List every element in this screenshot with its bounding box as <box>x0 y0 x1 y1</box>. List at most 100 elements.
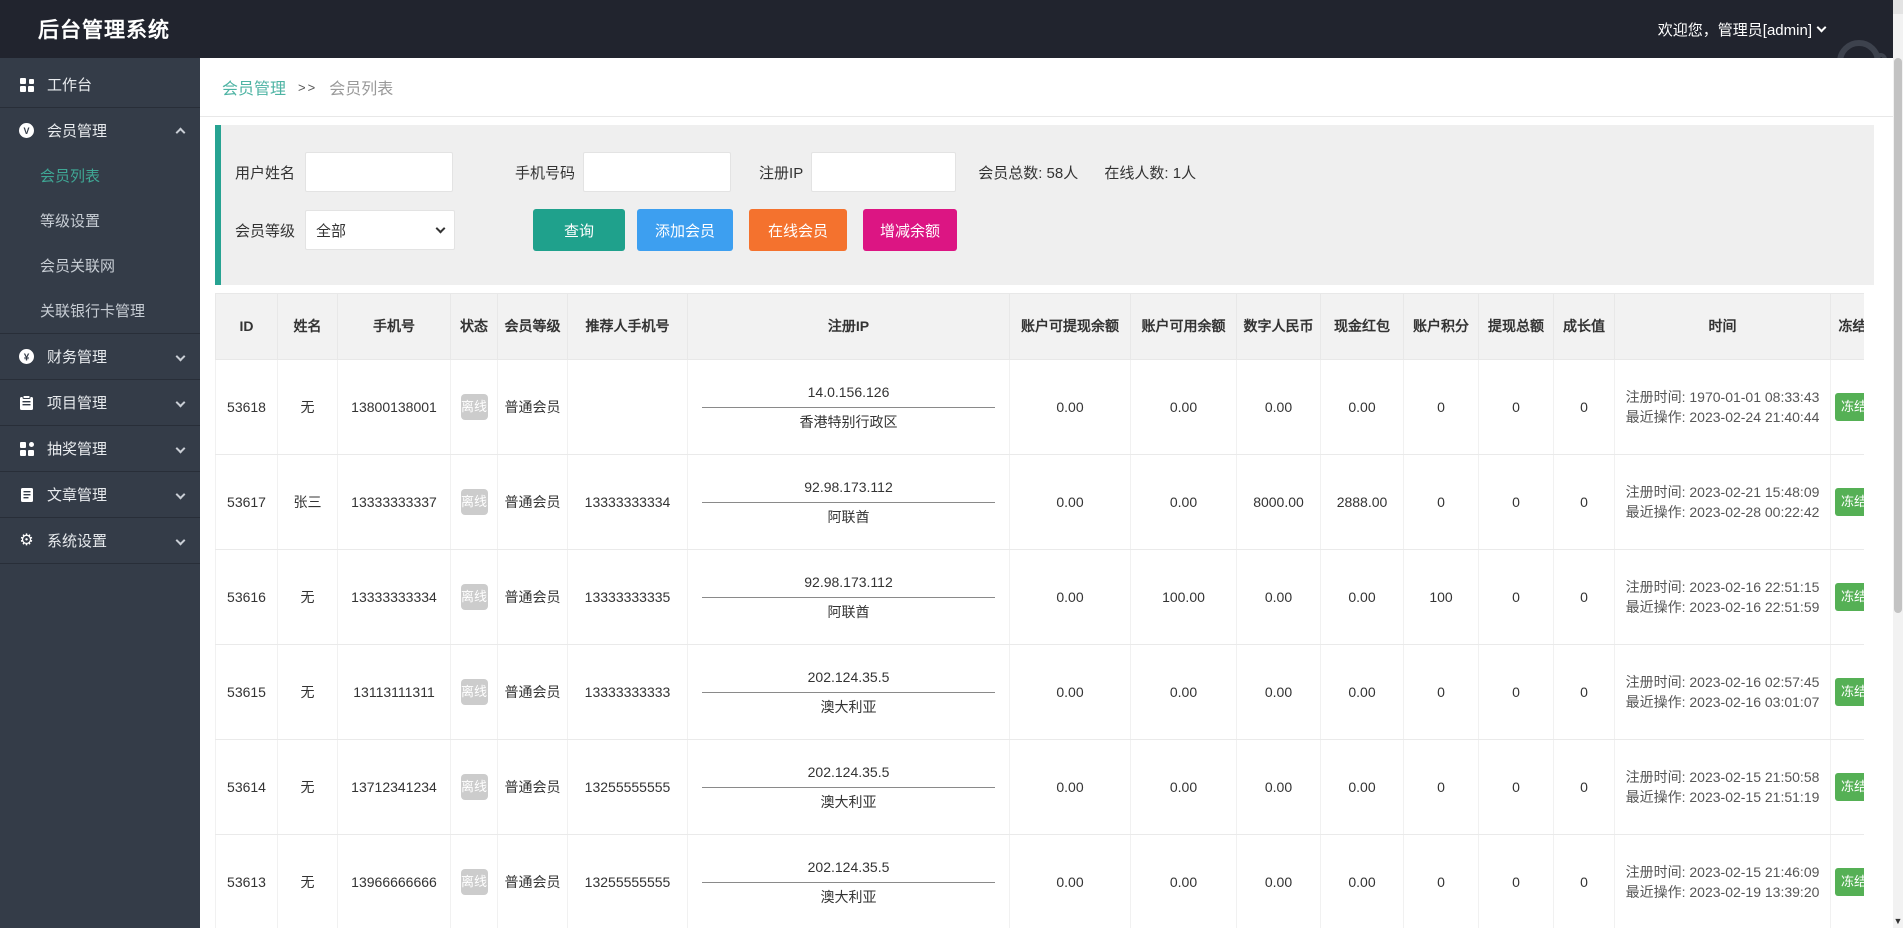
cell-digital_rmb: 0.00 <box>1236 549 1321 645</box>
cell-level: 普通会员 <box>497 834 568 928</box>
last-operation-time: 最近操作: 2023-02-16 03:01:07 <box>1625 694 1820 710</box>
level-select-value: 全部 <box>316 222 347 240</box>
member-row-53617: 53617 张三 13333333337 离线 普通会员 13333333334 92.98… <box>215 454 1864 550</box>
cell-growth: 0 <box>1553 454 1615 550</box>
sidebar-item-label: 会员管理 <box>47 123 108 140</box>
freeze-button[interactable]: 冻结 <box>1835 677 1864 707</box>
ip-divider <box>702 786 995 788</box>
freeze-button[interactable]: 冻结 <box>1835 582 1864 612</box>
sidebar-item-workbench[interactable]: 工作台 <box>0 62 200 107</box>
sidebar-item-member-network[interactable]: 会员关联网 <box>0 243 200 288</box>
cell-id: 53615 <box>215 644 278 740</box>
cell-red_packet: 0.00 <box>1320 834 1404 928</box>
freeze-button[interactable]: 冻结 <box>1835 392 1864 422</box>
cell-name: 无 <box>277 739 338 835</box>
article-icon <box>18 486 35 503</box>
sidebar-item-finance-management[interactable]: ¥ 财务管理 <box>0 334 200 379</box>
sidebar-item-level-settings[interactable]: 等级设置 <box>0 198 200 243</box>
admin-dropdown[interactable]: 欢迎您，管理员[admin] <box>1657 0 1827 58</box>
cell-status: 离线 <box>450 549 498 645</box>
ip-region: 澳大利亚 <box>820 698 877 715</box>
cell-growth: 0 <box>1553 834 1615 928</box>
breadcrumb-separator: >> <box>298 79 318 95</box>
add-member-button[interactable]: 添加会员 <box>637 209 734 251</box>
cell-total_withdraw: 0 <box>1478 834 1554 928</box>
cell-red_packet: 0.00 <box>1320 644 1404 740</box>
member-row-53615: 53615 无 13113111311 离线 普通会员 13333333333 202.12… <box>215 644 1864 740</box>
sidebar-item-lottery-management[interactable]: 抽奖管理 <box>0 426 200 471</box>
register-ip-input[interactable] <box>811 152 957 192</box>
adjust-balance-button[interactable]: 增减余额 <box>863 209 958 251</box>
col-header-growth: 成长值 <box>1553 293 1615 360</box>
register-time: 注册时间: 1970-01-01 08:33:43 <box>1625 388 1820 405</box>
cell-action: 冻结 <box>1830 739 1864 835</box>
cell-phone: 13333333337 <box>337 454 451 550</box>
sidebar-item-label: 财务管理 <box>47 349 108 366</box>
cell-time: 注册时间: 2023-02-16 02:57:45 最近操作: 2023-02-1… <box>1614 644 1831 740</box>
cell-action: 冻结 <box>1830 549 1864 645</box>
online-member-button[interactable]: 在线会员 <box>749 209 848 251</box>
freeze-button[interactable]: 冻结 <box>1835 772 1864 802</box>
cell-level: 普通会员 <box>497 739 568 835</box>
sidebar-item-label: 抽奖管理 <box>47 441 108 458</box>
welcome-text: 欢迎您，管理员[admin] <box>1657 21 1812 39</box>
chevron-up-icon <box>175 127 186 138</box>
cell-digital_rmb: 0.00 <box>1236 834 1321 928</box>
query-button[interactable]: 查询 <box>533 209 626 251</box>
cell-status: 离线 <box>450 644 498 740</box>
col-header-name: 姓名 <box>277 293 338 360</box>
sidebar-item-member-management[interactable]: V 会员管理 <box>0 108 200 153</box>
freeze-button[interactable]: 冻结 <box>1835 487 1864 517</box>
ip-divider <box>702 596 995 598</box>
cell-total_withdraw: 0 <box>1478 454 1554 550</box>
total-members: 会员总数: 58人 <box>978 164 1079 182</box>
ip-region: 澳大利亚 <box>820 888 877 905</box>
cell-ip: 14.0.156.126 香港特别行政区 <box>687 359 1010 455</box>
cell-points: 0 <box>1403 454 1479 550</box>
cell-available: 0.00 <box>1130 644 1237 740</box>
sidebar-item-label: 项目管理 <box>47 395 108 412</box>
chevron-down-icon <box>1816 22 1827 32</box>
ip-divider <box>702 501 995 503</box>
col-header-phone: 手机号 <box>337 293 451 360</box>
last-operation-time: 最近操作: 2023-02-19 13:39:20 <box>1625 884 1820 900</box>
breadcrumb-parent-link[interactable]: 会员管理 <box>222 75 286 99</box>
sidebar-item-system-settings[interactable]: ⚙ 系统设置 <box>0 518 200 563</box>
cell-time: 注册时间: 2023-02-21 15:48:09 最近操作: 2023-02-2… <box>1614 454 1831 550</box>
ip-address: 92.98.173.112 <box>804 574 893 591</box>
cell-phone: 13333333334 <box>337 549 451 645</box>
cell-ip: 202.124.35.5 澳大利亚 <box>687 739 1010 835</box>
last-operation-time: 最近操作: 2023-02-28 00:22:42 <box>1625 504 1820 520</box>
cell-level: 普通会员 <box>497 454 568 550</box>
level-select[interactable]: 全部 <box>305 210 456 250</box>
cell-total_withdraw: 0 <box>1478 359 1554 455</box>
cell-status: 离线 <box>450 739 498 835</box>
member-row-53616: 53616 无 13333333334 离线 普通会员 13333333335 92.98.… <box>215 549 1864 645</box>
cell-action: 冻结 <box>1830 359 1864 455</box>
username-input[interactable] <box>305 152 454 192</box>
ip-divider <box>702 881 995 883</box>
cell-available: 0.00 <box>1130 454 1237 550</box>
sidebar-item-member-list[interactable]: 会员列表 <box>0 153 200 198</box>
cell-referrer: 13255555555 <box>567 739 688 835</box>
last-operation-time: 最近操作: 2023-02-24 21:40:44 <box>1625 409 1820 425</box>
scrollbar-thumb[interactable] <box>1894 58 1902 613</box>
cell-digital_rmb: 0.00 <box>1236 739 1321 835</box>
sidebar-item-bankcard-management[interactable]: 关联银行卡管理 <box>0 288 200 333</box>
freeze-button[interactable]: 冻结 <box>1835 867 1864 897</box>
col-header-points: 账户积分 <box>1403 293 1479 360</box>
cell-action: 冻结 <box>1830 644 1864 740</box>
ip-address: 92.98.173.112 <box>804 479 893 496</box>
sidebar-item-project-management[interactable]: 项目管理 <box>0 380 200 425</box>
chevron-down-icon <box>175 489 186 500</box>
status-badge: 离线 <box>460 678 488 706</box>
cell-time: 注册时间: 1970-01-01 08:33:43 最近操作: 2023-02-2… <box>1614 359 1831 455</box>
cell-growth: 0 <box>1553 359 1615 455</box>
register-ip-label: 注册IP <box>759 164 804 182</box>
phone-input[interactable] <box>583 152 732 192</box>
vertical-scrollbar[interactable]: ▼ <box>1893 0 1903 928</box>
sidebar-item-label: 文章管理 <box>47 487 108 504</box>
scrollbar-down-arrow[interactable]: ▼ <box>1893 916 1903 926</box>
sidebar-item-article-management[interactable]: 文章管理 <box>0 472 200 517</box>
gear-icon: ⚙ <box>19 531 34 549</box>
